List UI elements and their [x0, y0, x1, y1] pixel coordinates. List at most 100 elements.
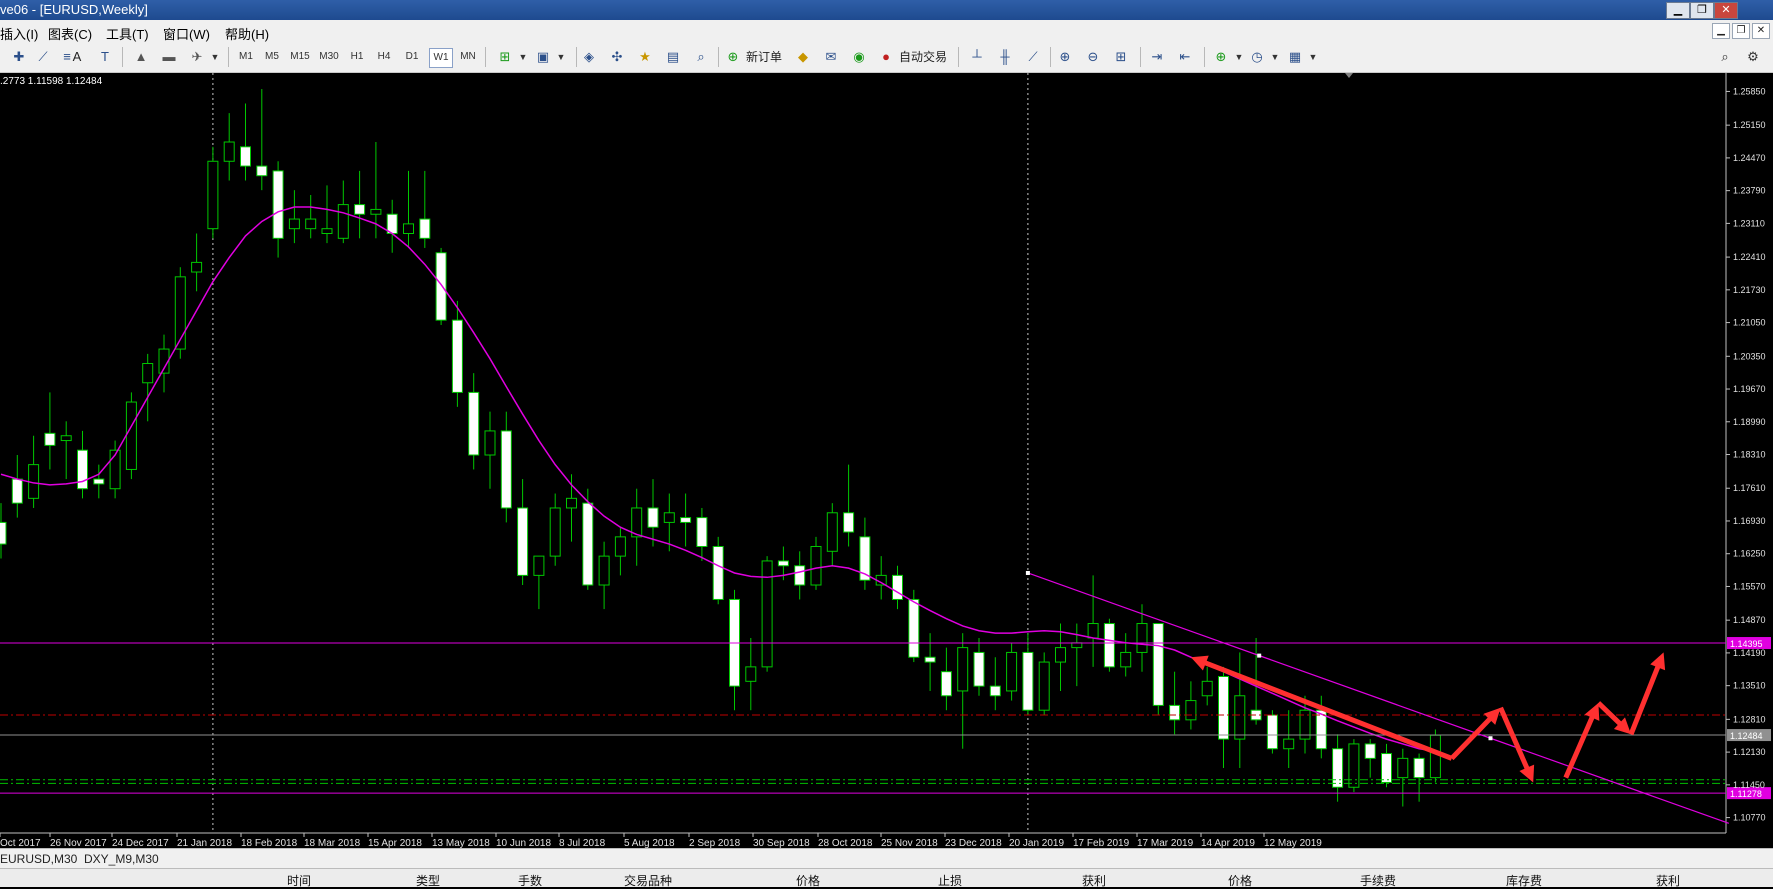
- periods-icon[interactable]: ◷: [1248, 48, 1266, 66]
- x-tick-label: 26 Nov 2017: [50, 838, 107, 848]
- navigator-icon[interactable]: ✣: [608, 48, 626, 66]
- y-tick-label: 1.16930: [1733, 516, 1766, 526]
- col-stop-loss[interactable]: 止损: [938, 872, 962, 889]
- col-symbol[interactable]: 交易品种: [624, 872, 672, 889]
- chevron-down-icon[interactable]: ▼: [1304, 48, 1322, 66]
- y-tick-label: 1.18990: [1733, 417, 1766, 427]
- favorites-icon[interactable]: ★: [636, 48, 654, 66]
- timeframe-d1[interactable]: D1: [401, 48, 423, 66]
- candle-body: [0, 521, 7, 545]
- red-arrow-annotation: [1628, 652, 1666, 736]
- new-chart-icon[interactable]: ⊞: [496, 48, 514, 66]
- price-chart[interactable]: 1.14395 1.12484 1.11278 1.25850 1.25150 1.244…: [0, 73, 1773, 848]
- timeframe-m5[interactable]: M5: [261, 48, 283, 66]
- candlestick-icon[interactable]: ╫: [996, 48, 1014, 66]
- child-minimize-button[interactable]: ▁: [1712, 23, 1730, 39]
- timeframe-m30[interactable]: M30: [318, 48, 340, 66]
- y-tick-label: 1.20350: [1733, 351, 1766, 361]
- menu-insert[interactable]: 插入(I): [0, 24, 38, 43]
- auto-trade-icon[interactable]: ●: [877, 48, 895, 66]
- minimize-button[interactable]: ▁: [1666, 2, 1690, 19]
- candle-body: [1397, 757, 1409, 779]
- col-swap[interactable]: 库存费: [1506, 872, 1542, 889]
- chart-canvas[interactable]: 1.143951.124841.112781.258501.251501.244…: [0, 73, 1773, 848]
- y-tick-label: 1.12810: [1733, 714, 1766, 724]
- chart-shift-icon[interactable]: ⇤: [1176, 48, 1194, 66]
- col-take-profit[interactable]: 获利: [1082, 872, 1106, 889]
- col-type[interactable]: 类型: [416, 872, 440, 889]
- profiles-icon[interactable]: ▣: [534, 48, 552, 66]
- col-commission[interactable]: 手续费: [1360, 872, 1396, 889]
- menu-tools[interactable]: 工具(T): [106, 24, 149, 43]
- new-order-button[interactable]: 新订单: [746, 49, 782, 65]
- tile-windows-icon[interactable]: ⊞: [1112, 48, 1130, 66]
- trend-line-handle: [1257, 653, 1262, 658]
- signals-icon[interactable]: ◉: [850, 48, 868, 66]
- bar-chart-icon[interactable]: ┴: [968, 48, 986, 66]
- terminal-icon[interactable]: ▤: [664, 48, 682, 66]
- new-order-icon[interactable]: ⊕: [724, 48, 742, 66]
- candle-body: [1364, 743, 1376, 759]
- timeframe-h1[interactable]: H1: [346, 48, 368, 66]
- col-time[interactable]: 时间: [287, 872, 311, 889]
- triangle-icon[interactable]: ▲: [132, 48, 150, 66]
- candle-body: [191, 261, 203, 273]
- templates-icon[interactable]: ▦: [1286, 48, 1304, 66]
- rectangle-icon[interactable]: ▬: [160, 48, 178, 66]
- candle-body: [451, 319, 463, 393]
- x-tick-label: Oct 2017: [0, 838, 41, 848]
- mailbox-icon[interactable]: ✉: [822, 48, 840, 66]
- child-close-button[interactable]: ✕: [1752, 23, 1770, 39]
- settings-icon[interactable]: ⚙: [1744, 48, 1762, 66]
- chevron-down-icon[interactable]: ▼: [552, 48, 570, 66]
- child-restore-button[interactable]: ❐: [1732, 23, 1750, 39]
- zoom-in-icon[interactable]: ⊕: [1056, 48, 1074, 66]
- restore-button[interactable]: ❐: [1690, 2, 1714, 19]
- toolbar: ✚ ⟋ ≡ A T ▲ ▬ ✈ ▼ M1 M5 M15 M30 H1 H4 D1…: [0, 42, 1773, 73]
- tester-icon[interactable]: ⌕: [692, 48, 710, 66]
- timeframe-m1[interactable]: M1: [235, 48, 257, 66]
- col-volume[interactable]: 手数: [518, 872, 542, 889]
- market-watch-icon[interactable]: ◈: [580, 48, 598, 66]
- close-button[interactable]: ✕: [1714, 2, 1738, 19]
- candle-body: [745, 666, 757, 682]
- candle-body: [843, 512, 855, 533]
- candle-body: [614, 536, 626, 557]
- timeframe-mn[interactable]: MN: [457, 48, 479, 66]
- zoom-out-icon[interactable]: ⊖: [1084, 48, 1102, 66]
- menu-help[interactable]: 帮助(H): [225, 24, 269, 43]
- metaeditor-icon[interactable]: ◆: [794, 48, 812, 66]
- auto-scroll-icon[interactable]: ⇥: [1148, 48, 1166, 66]
- crosshair-icon[interactable]: ✚: [10, 48, 28, 66]
- candle-body: [908, 598, 920, 658]
- candle-body: [1201, 680, 1213, 697]
- line-chart-icon[interactable]: ⟋: [1024, 48, 1042, 66]
- col-profit[interactable]: 获利: [1656, 872, 1680, 889]
- menu-charts[interactable]: 图表(C): [48, 24, 92, 43]
- candle-body: [1348, 743, 1360, 788]
- indicators-icon[interactable]: ⊕: [1212, 48, 1230, 66]
- chevron-down-icon[interactable]: ▼: [1230, 48, 1248, 66]
- candle-body: [712, 545, 724, 600]
- col-current-price[interactable]: 价格: [1228, 872, 1252, 889]
- menu-window[interactable]: 窗口(W): [163, 24, 210, 43]
- trendline-icon[interactable]: ⟋: [34, 48, 52, 66]
- y-tick-label: 1.25150: [1733, 120, 1766, 130]
- label-icon[interactable]: T: [96, 48, 114, 66]
- tab-dxy-m9-m30[interactable]: DXY_M9,M30: [84, 852, 159, 866]
- auto-trade-button[interactable]: 自动交易: [898, 49, 948, 65]
- chevron-down-icon[interactable]: ▼: [1266, 48, 1284, 66]
- arrow-tool-icon[interactable]: ✈: [188, 48, 206, 66]
- tab-eurusd-m30[interactable]: EURUSD,M30: [0, 852, 77, 866]
- timeframe-h4[interactable]: H4: [373, 48, 395, 66]
- chevron-down-icon[interactable]: ▼: [514, 48, 532, 66]
- candle-body: [1332, 748, 1344, 788]
- timeframe-w1[interactable]: W1: [429, 48, 453, 68]
- chevron-down-icon[interactable]: ▼: [206, 48, 224, 66]
- y-tick-label: 1.21730: [1733, 285, 1766, 295]
- text-icon[interactable]: A: [68, 48, 86, 66]
- x-tick-label: 21 Jan 2018: [177, 838, 232, 848]
- col-price[interactable]: 价格: [796, 872, 820, 889]
- timeframe-m15[interactable]: M15: [289, 48, 311, 66]
- search-icon[interactable]: ⌕: [1716, 48, 1734, 66]
